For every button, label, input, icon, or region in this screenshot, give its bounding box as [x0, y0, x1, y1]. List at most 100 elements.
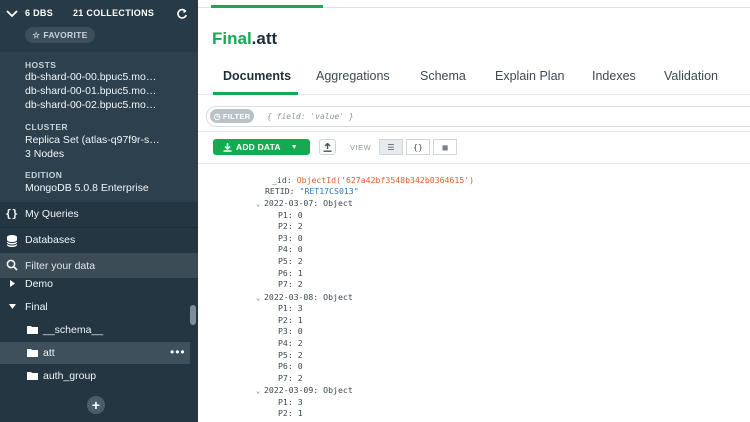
json-view-button[interactable]: {} — [406, 139, 430, 155]
doc-object-row[interactable]: ⌄ 2022-03-09: Object — [256, 384, 353, 396]
tree-coll-auth-group-label: auth_group — [43, 370, 97, 382]
edition-value: MongoDB 5.0.8 Enterprise — [25, 182, 149, 194]
doc-object-row[interactable]: ⌄ 2022-03-08: Object — [256, 291, 353, 303]
doc-field-key: P1: — [278, 396, 293, 407]
filter-label: FILTER — [222, 111, 251, 121]
doc-field-key: P5: — [278, 349, 293, 360]
doc-type: Object — [323, 291, 353, 302]
filter-divider — [198, 131, 750, 132]
active-tab-indicator — [211, 5, 323, 8]
collection-title-coll: .att — [251, 29, 278, 48]
sidebar: 6 DBS 21 COLLECTIONS ☆ FAVORITE HOSTS db… — [0, 0, 198, 422]
star-icon: ☆ — [32, 29, 41, 40]
doc-field-value: 2 — [297, 256, 303, 266]
folder-icon — [27, 372, 38, 380]
tree-db-demo-label: Demo — [25, 278, 54, 290]
more-options-icon[interactable]: ••• — [170, 345, 186, 359]
doc-field-value: 3 — [297, 303, 303, 314]
add-database-button[interactable]: + — [87, 396, 105, 414]
tree-coll-auth-group[interactable]: auth_group — [0, 365, 190, 387]
doc-type: Object — [323, 198, 353, 208]
export-button[interactable] — [319, 139, 336, 155]
expand-toggle-icon[interactable]: ⌄ — [256, 198, 264, 210]
tab-documents[interactable]: Documents — [223, 69, 291, 83]
favorite-label: FAVORITE — [43, 30, 88, 40]
nav-databases[interactable]: Databases — [0, 228, 198, 253]
filter-button[interactable]: ◷ FILTER — [210, 109, 254, 123]
doc-field-key: P7: — [278, 279, 293, 290]
query-filter-bar: ◷ FILTER — [206, 106, 750, 127]
doc-field-key: P6: — [278, 361, 293, 372]
toolbar-divider — [198, 163, 750, 164]
doc-field-value: 2 — [297, 338, 303, 348]
doc-field-row: P6: 1 — [278, 267, 303, 279]
doc-field-row: P7: 2 — [278, 278, 303, 290]
doc-field-row: P4: 0 — [278, 243, 303, 255]
refresh-icon[interactable] — [176, 8, 188, 20]
filter-history-icon: ◷ — [213, 111, 221, 121]
doc-object-row[interactable]: ⌄ 2022-03-07: Object — [256, 197, 353, 209]
doc-field-key: P1: — [278, 209, 293, 220]
doc-field-row: P3: 0 — [278, 232, 303, 244]
add-data-button[interactable]: ADD DATA ▼ — [213, 139, 310, 155]
doc-field-key: P5: — [278, 256, 293, 266]
chevron-down-icon[interactable] — [5, 8, 19, 20]
edition-label: EDITION — [25, 170, 63, 180]
doc-field-value: 2 — [297, 221, 303, 232]
doc-retid-line: RETID: "RET17CS013" — [265, 185, 359, 197]
doc-field-value: 3 — [297, 396, 303, 407]
tree-coll-schema[interactable]: __schema__ — [0, 319, 190, 341]
collection-title-db: Final — [212, 29, 252, 48]
doc-objectid: ObjectId('627a42bf3548b342b0364615') — [296, 175, 475, 185]
add-data-label: ADD DATA — [236, 142, 281, 152]
expand-toggle-icon[interactable]: ⌄ — [256, 292, 264, 304]
tab-validation[interactable]: Validation — [664, 69, 718, 83]
doc-field-key: P6: — [278, 267, 293, 278]
download-icon — [223, 142, 232, 152]
list-view-button[interactable]: ☰ — [379, 139, 403, 155]
doc-field-value: 2 — [297, 279, 303, 290]
doc-field-key: P2: — [278, 314, 293, 325]
expand-toggle-icon[interactable]: ⌄ — [256, 385, 264, 397]
host-0: db-shard-00-00.bpuc5.mo… — [25, 71, 157, 83]
doc-field-row: P1: 3 — [278, 302, 303, 314]
doc-key: _id: — [272, 175, 292, 185]
doc-field-value: 0 — [297, 232, 303, 243]
doc-key: RETID: — [265, 186, 295, 196]
favorite-button[interactable]: ☆ FAVORITE — [25, 27, 95, 43]
tree-db-demo[interactable]: Demo — [0, 273, 190, 295]
doc-field-key: P3: — [278, 326, 293, 337]
table-view-button[interactable]: ▦ — [433, 139, 457, 155]
doc-key: 2022-03-07: — [264, 198, 319, 208]
braces-icon: {} — [5, 207, 19, 220]
tab-indexes[interactable]: Indexes — [592, 69, 636, 83]
doc-field-row: P2: 2 — [278, 220, 303, 232]
doc-field-value: 0 — [297, 326, 303, 337]
folder-icon — [27, 326, 38, 334]
doc-field-row: P2: 1 — [278, 407, 303, 419]
doc-field-key: P2: — [278, 221, 293, 232]
tab-explain-plan[interactable]: Explain Plan — [495, 69, 565, 83]
nav-databases-label: Databases — [25, 234, 76, 246]
doc-field-value: 0 — [297, 209, 303, 220]
nav-my-queries[interactable]: {} My Queries — [0, 202, 198, 227]
collection-title: Final.att — [212, 29, 277, 49]
sidebar-scrollbar[interactable] — [190, 305, 196, 325]
filter-input[interactable] — [267, 109, 567, 123]
doc-field-value: 0 — [297, 244, 303, 255]
doc-field-row: P3: 0 — [278, 325, 303, 337]
doc-field-row: P1: 0 — [278, 209, 303, 221]
cluster-label: CLUSTER — [25, 122, 68, 132]
tree-coll-att[interactable]: att ••• — [0, 342, 190, 364]
tab-schema[interactable]: Schema — [420, 69, 466, 83]
folder-icon — [27, 349, 38, 357]
doc-field-row: P4: 2 — [278, 337, 303, 349]
tab-aggregations[interactable]: Aggregations — [316, 69, 390, 83]
collection-count: 21 COLLECTIONS — [73, 8, 155, 18]
doc-field-row: P1: 3 — [278, 396, 303, 408]
doc-field-key: P7: — [278, 372, 293, 383]
nav-my-queries-label: My Queries — [25, 208, 79, 220]
tree-coll-att-label: att — [43, 347, 55, 359]
doc-field-row: P6: 0 — [278, 360, 303, 372]
tree-db-final[interactable]: Final — [0, 296, 190, 318]
